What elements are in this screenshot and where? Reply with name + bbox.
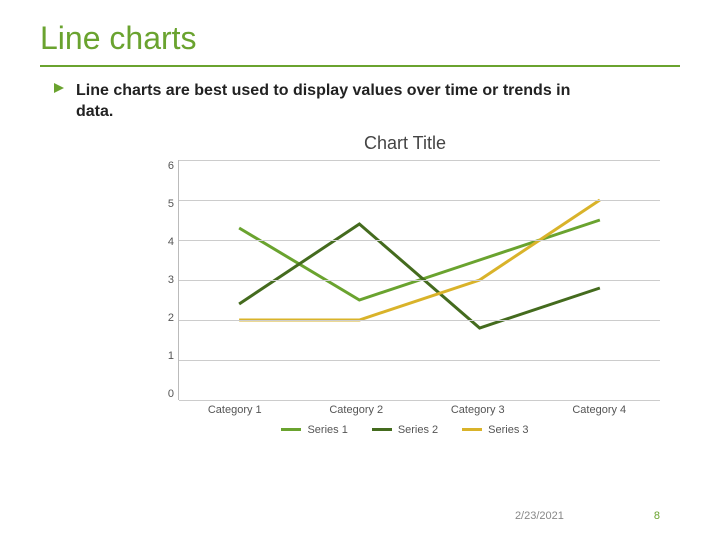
grid-line (179, 280, 660, 281)
grid-line (179, 160, 660, 161)
y-tick: 1 (168, 350, 174, 362)
x-tick: Category 2 (296, 404, 418, 416)
legend-label: Series 2 (398, 424, 438, 436)
grid-line (179, 240, 660, 241)
y-tick: 6 (168, 160, 174, 172)
legend-label: Series 3 (488, 424, 528, 436)
legend-item: Series 1 (281, 424, 347, 436)
footer-date: 2/23/2021 (515, 510, 564, 522)
chart-container: Chart Title 6 5 4 3 2 1 0 Category 1Category 2… (150, 133, 660, 436)
grid-line (179, 400, 660, 401)
legend-label: Series 1 (307, 424, 347, 436)
legend-swatch (462, 428, 482, 431)
series-line (239, 220, 600, 300)
y-axis: 6 5 4 3 2 1 0 (150, 160, 178, 400)
grid-line (179, 200, 660, 201)
legend-item: Series 3 (462, 424, 528, 436)
legend-item: Series 2 (372, 424, 438, 436)
bullet-arrow-icon (52, 81, 66, 95)
x-tick: Category 1 (174, 404, 296, 416)
chart-plot: 6 5 4 3 2 1 0 (150, 160, 660, 400)
slide-title: Line charts (40, 20, 680, 57)
x-axis-labels: Category 1Category 2Category 3Category 4 (174, 404, 660, 416)
x-tick: Category 4 (539, 404, 661, 416)
grid-line (179, 320, 660, 321)
y-tick: 2 (168, 312, 174, 324)
x-tick: Category 3 (417, 404, 539, 416)
y-tick: 4 (168, 236, 174, 248)
legend-swatch (372, 428, 392, 431)
y-tick: 3 (168, 274, 174, 286)
footer-page-number: 8 (654, 510, 660, 522)
bullet-row: Line charts are best used to display val… (52, 81, 680, 123)
chart-legend: Series 1 Series 2 Series 3 (150, 424, 660, 436)
plot-area (178, 160, 660, 400)
bullet-text: Line charts are best used to display val… (76, 81, 596, 123)
slide-footer: 2/23/2021 8 (515, 510, 660, 522)
grid-line (179, 360, 660, 361)
chart-title: Chart Title (150, 133, 660, 154)
y-tick: 5 (168, 198, 174, 210)
title-underline (40, 65, 680, 67)
y-tick: 0 (168, 388, 174, 400)
legend-swatch (281, 428, 301, 431)
